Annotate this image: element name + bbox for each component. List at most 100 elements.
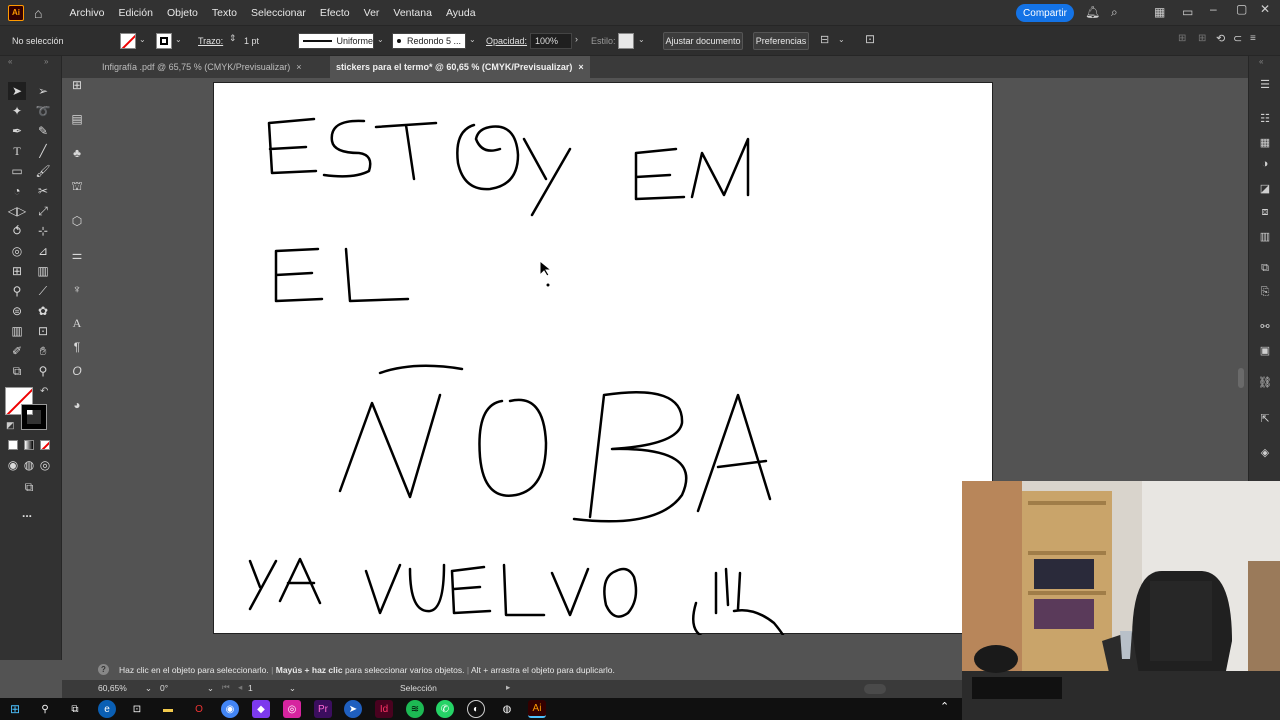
brush-definition[interactable]: Redondo 5 ... bbox=[392, 33, 466, 49]
taskbar-search-icon[interactable]: ⚲ bbox=[36, 700, 54, 718]
color-mode-icon[interactable] bbox=[8, 440, 18, 450]
swap-colors-icon[interactable]: ↶ bbox=[40, 386, 48, 397]
whatsapp-icon[interactable]: ✆ bbox=[436, 700, 454, 718]
store-icon[interactable]: ⊡ bbox=[128, 700, 146, 718]
collapse-toolbar-icon[interactable]: « bbox=[8, 57, 12, 66]
chrome-icon[interactable]: ◉ bbox=[221, 700, 239, 718]
gradient-panel-icon[interactable]: ▥ bbox=[1257, 228, 1273, 244]
perspective-grid-icon[interactable]: ⊿ bbox=[34, 242, 52, 260]
app-purple-icon[interactable]: ◆ bbox=[252, 700, 270, 718]
share-button[interactable]: Compartir bbox=[1016, 4, 1074, 22]
brush-dropdown-icon[interactable]: ⌄ bbox=[469, 35, 476, 44]
opentype-panel-icon[interactable]: O bbox=[68, 362, 86, 380]
premiere-icon[interactable]: Pr bbox=[314, 700, 332, 718]
collapse-panel-icon[interactable]: » bbox=[44, 57, 48, 66]
slice-tool-icon[interactable]: ✐ bbox=[8, 342, 26, 360]
illustrator-taskbar-icon[interactable]: Ai bbox=[528, 700, 546, 718]
style-swatch[interactable] bbox=[618, 33, 634, 49]
transform-icon[interactable]: ⊞ bbox=[1178, 33, 1186, 44]
zoom-tool-icon[interactable]: ⚲ bbox=[34, 362, 52, 380]
profile-dropdown-icon[interactable]: ⌄ bbox=[377, 35, 384, 44]
align-icon[interactable]: ⊟ bbox=[820, 33, 829, 46]
selection-tool-icon[interactable]: ➤ bbox=[8, 82, 26, 100]
graphic-styles-icon[interactable]: ⧈ bbox=[1257, 204, 1273, 220]
close-tab-icon[interactable]: × bbox=[296, 62, 301, 72]
paragraph-panel-icon[interactable]: ¶ bbox=[68, 338, 86, 356]
panel-menu-icon[interactable]: ≡ bbox=[1250, 33, 1256, 44]
scale-tool-icon[interactable]: ⤢ bbox=[34, 202, 52, 220]
telegram-icon[interactable]: ➤ bbox=[344, 700, 362, 718]
arrange-icon[interactable]: ▭ bbox=[1182, 5, 1193, 19]
gradient-mode-icon[interactable] bbox=[24, 440, 34, 450]
style-dropdown-icon[interactable]: ⌄ bbox=[638, 35, 645, 44]
rotation-select[interactable]: 0° ⌄ bbox=[160, 683, 214, 695]
color-guide-icon[interactable]: ◑ bbox=[1257, 156, 1273, 172]
color-panel-icon[interactable]: ☷ bbox=[1257, 110, 1273, 126]
graph-tool-icon[interactable]: ▥ bbox=[8, 322, 26, 340]
expand-panels-icon[interactable]: « bbox=[1259, 57, 1263, 66]
reflect-tool-icon[interactable]: ◁▷ bbox=[8, 202, 26, 220]
align-panel-icon[interactable]: ▤ bbox=[68, 110, 86, 128]
export-panel-icon[interactable]: ⇱ bbox=[1257, 410, 1273, 426]
transparency-panel-icon[interactable]: ⧉ bbox=[1257, 260, 1273, 276]
grid-icon[interactable]: ⊞ bbox=[1198, 33, 1206, 44]
properties-panel-icon[interactable]: ⚌ bbox=[68, 246, 86, 264]
artboard-nav-prev-icon[interactable]: ◂ bbox=[238, 682, 242, 693]
paintbrush-tool-icon[interactable]: 🖌︎ bbox=[34, 162, 52, 180]
menu-ventana[interactable]: Ventana bbox=[386, 7, 439, 19]
direct-selection-tool-icon[interactable]: ➢ bbox=[34, 82, 52, 100]
layers-panel-icon[interactable]: ◈ bbox=[1257, 444, 1273, 460]
menu-ayuda[interactable]: Ayuda bbox=[439, 7, 483, 19]
measure-icon[interactable]: ⟋ bbox=[34, 282, 52, 300]
recolor-icon[interactable]: ⟲ bbox=[1216, 32, 1225, 45]
artboard-nav-first-icon[interactable]: ⏮ bbox=[222, 682, 230, 693]
camera-app-icon[interactable]: ◍ bbox=[498, 700, 516, 718]
horizontal-scroll-thumb[interactable] bbox=[864, 684, 886, 694]
appearance-panel-icon[interactable]: ⎘ bbox=[1257, 284, 1273, 300]
opacity-field[interactable]: 100% bbox=[530, 33, 572, 49]
stroke-label[interactable]: Trazo: bbox=[198, 36, 223, 46]
puppet-warp-icon[interactable]: ♆ bbox=[68, 280, 86, 298]
fill-dropdown-icon[interactable]: ⌄ bbox=[139, 35, 146, 44]
home-icon[interactable]: ⌂ bbox=[34, 5, 42, 21]
3d-panel-icon[interactable]: ⬡ bbox=[68, 212, 86, 230]
menu-efecto[interactable]: Efecto bbox=[313, 7, 357, 19]
brushes-panel-icon[interactable]: ◪ bbox=[1257, 180, 1273, 196]
instagram-icon[interactable]: ◎ bbox=[283, 700, 301, 718]
libraries-panel-icon[interactable]: ⛫ bbox=[68, 178, 86, 196]
print-tiling-icon[interactable]: ⧉ bbox=[8, 362, 26, 380]
task-view-icon[interactable]: ⧉ bbox=[66, 700, 84, 718]
gradient-tool-icon[interactable]: ▥ bbox=[34, 262, 52, 280]
scissors-tool-icon[interactable]: ✂ bbox=[34, 182, 52, 200]
artboards-panel-icon[interactable]: ⊞ bbox=[68, 76, 86, 94]
obs-icon[interactable]: ◐ bbox=[467, 700, 485, 718]
file-explorer-icon[interactable]: ▬ bbox=[159, 700, 177, 718]
none-mode-icon[interactable] bbox=[40, 440, 50, 450]
draw-inside-icon[interactable]: ◎ bbox=[36, 456, 54, 474]
eyedropper-icon[interactable]: ⚲ bbox=[8, 282, 26, 300]
stroke-stepper-icon[interactable]: ⇕ bbox=[229, 33, 237, 44]
menu-objeto[interactable]: Objeto bbox=[160, 7, 205, 19]
maximize-icon[interactable]: ▢ bbox=[1236, 2, 1247, 16]
navigator-panel-icon[interactable]: ◕ bbox=[68, 396, 86, 414]
minimize-icon[interactable]: – bbox=[1210, 2, 1217, 16]
bell-icon[interactable]: 🔔︎ bbox=[1085, 5, 1100, 19]
shaper-tool-icon[interactable]: ◔ bbox=[8, 182, 26, 200]
menu-edicion[interactable]: Edición bbox=[111, 7, 159, 19]
align-dropdown-icon[interactable]: ⌄ bbox=[838, 35, 845, 44]
variable-width-profile[interactable]: Uniforme bbox=[298, 33, 374, 49]
opacity-label[interactable]: Opacidad: bbox=[486, 36, 527, 46]
default-colors-icon[interactable]: ◩ bbox=[6, 420, 15, 431]
artboard[interactable] bbox=[213, 82, 993, 635]
lasso-icon[interactable]: ➰ bbox=[34, 102, 52, 120]
search-icon[interactable]: ⌕ bbox=[1111, 5, 1118, 20]
warp-tool-icon[interactable]: ⥀ bbox=[8, 222, 26, 240]
edit-toolbar-icon[interactable]: ... bbox=[22, 506, 32, 520]
tab-stickers[interactable]: stickers para el termo* @ 60,65 % (CMYK/… bbox=[330, 56, 590, 78]
blend-tool-icon[interactable]: ⊜ bbox=[8, 302, 26, 320]
pen-tool-icon[interactable]: ✒ bbox=[8, 122, 26, 140]
character-panel-icon[interactable]: A bbox=[68, 314, 86, 332]
windows-start-icon[interactable]: ⊞ bbox=[6, 700, 24, 718]
curvature-tool-icon[interactable]: ✎ bbox=[34, 122, 52, 140]
menu-ver[interactable]: Ver bbox=[357, 7, 387, 19]
